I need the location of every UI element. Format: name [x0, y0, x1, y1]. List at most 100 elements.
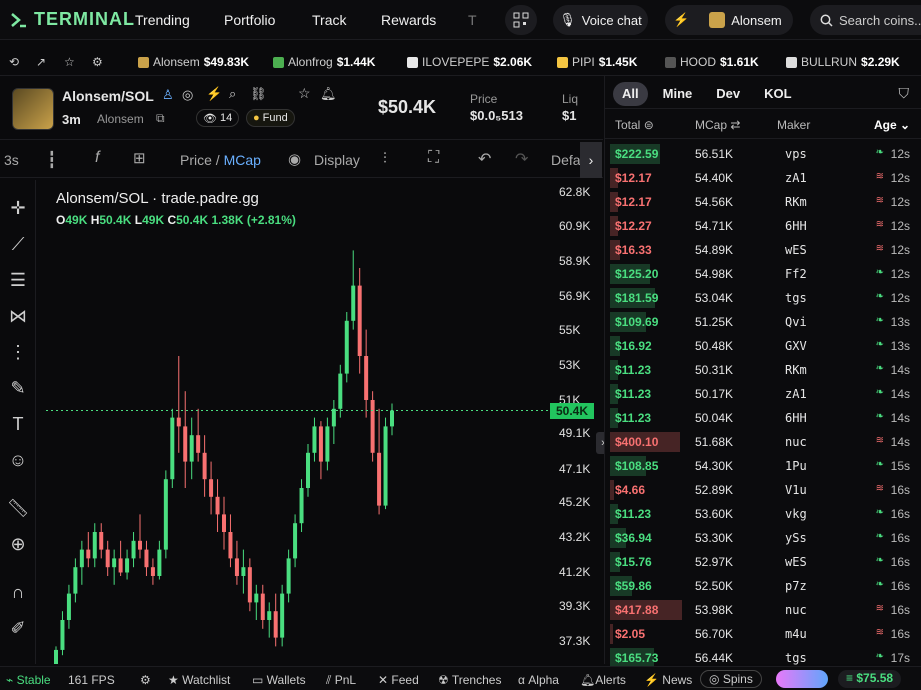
trade-row[interactable]: $15.76 52.97K wES ❧ 16s [605, 550, 921, 574]
toolbar-scroll-right[interactable]: › [580, 142, 602, 178]
prediction-icon[interactable]: ⋮ [6, 340, 30, 364]
indicators-icon[interactable]: f [95, 149, 99, 167]
y-axis[interactable]: 62.8K 60.9K 58.9K 56.9K 55K 53K 51K 49.1K 47.1K 4… [550, 180, 602, 664]
trade-maker[interactable]: wES [785, 555, 807, 569]
bell-icon[interactable]: 🔔︎ [320, 86, 337, 102]
zoom-in-icon[interactable]: ⊕ [6, 532, 30, 556]
search-box[interactable]: Search coins... [810, 5, 921, 35]
trade-row[interactable]: $12.17 54.40K zA1 ≋ 12s [605, 166, 921, 190]
horizontal-lines-icon[interactable]: ☰ [6, 268, 30, 292]
chart-icon[interactable]: ↗ [36, 55, 46, 69]
holders-badge[interactable]: 👁 14 [196, 109, 240, 127]
globe-icon[interactable]: ◎ [182, 87, 193, 103]
app-logo[interactable]: TERMINAL [10, 9, 135, 30]
fullscreen-icon[interactable]: ⛶ [428, 149, 439, 167]
wallets-button[interactable]: ▭ Wallets [252, 673, 306, 687]
trade-row[interactable]: $417.88 53.98K nuc ≋ 16s [605, 598, 921, 622]
trade-row[interactable]: $108.85 54.30K 1Pu ❧ 15s [605, 454, 921, 478]
header-mcap[interactable]: MCap ⇄ [695, 118, 740, 132]
bolt-icon[interactable]: ⚡ [206, 86, 222, 102]
star-icon[interactable]: ☆ [298, 85, 311, 102]
trade-maker[interactable]: Ff2 [785, 267, 807, 281]
eye-icon[interactable]: ◉ [288, 150, 301, 168]
trade-row[interactable]: $16.33 54.89K wES ≋ 12s [605, 238, 921, 262]
nav-more[interactable]: T [468, 12, 477, 28]
creator-name[interactable]: Alonsem [97, 112, 144, 126]
user-menu-button[interactable]: ⚡ Alonsem [665, 5, 793, 35]
alerts-button[interactable]: 🔔︎Alerts [580, 673, 626, 687]
layout-grid-icon[interactable]: ⊞ [133, 149, 146, 167]
trade-maker[interactable]: 6HH [785, 219, 807, 233]
ticker-item[interactable]: BULLRUN $2.29K [786, 55, 900, 69]
tab-all[interactable]: All [613, 82, 648, 106]
pattern-icon[interactable]: ⋈ [6, 304, 30, 328]
interval-select[interactable]: 3s [4, 152, 19, 168]
nav-track[interactable]: Track [312, 12, 346, 28]
star-icon[interactable]: ☆ [64, 55, 75, 69]
trade-row[interactable]: $11.23 50.04K 6HH ❧ 14s [605, 406, 921, 430]
trade-row[interactable]: $16.92 50.48K GXV ❧ 13s [605, 334, 921, 358]
trade-row[interactable]: $2.05 56.70K m4u ≋ 16s [605, 622, 921, 646]
creator-icon[interactable]: ♙ [162, 87, 174, 103]
tab-kol[interactable]: KOL [755, 82, 800, 106]
link-icon[interactable]: ⛓ [250, 86, 267, 102]
trade-row[interactable]: $11.23 53.60K vkg ❧ 16s [605, 502, 921, 526]
watchlist-button[interactable]: ★ Watchlist [168, 673, 230, 687]
magnet-icon[interactable]: ∩ [6, 580, 30, 604]
crosshair-icon[interactable]: ✛ [6, 196, 30, 220]
trade-row[interactable]: $36.94 53.30K ySs ❧ 16s [605, 526, 921, 550]
candlestick-chart[interactable] [46, 180, 552, 664]
ticker-item[interactable]: PIPI $1.45K [557, 55, 637, 69]
settings-icon[interactable]: ⚙ [140, 673, 151, 687]
wallet-balance[interactable]: ≡ $75.58 [838, 670, 902, 688]
trade-maker[interactable]: tgs [785, 291, 807, 305]
ticker-item[interactable]: Alonfrog $1.44K [273, 55, 375, 69]
undo-icon[interactable]: ↶ [478, 149, 491, 169]
fund-badge[interactable]: ● Fund [246, 109, 295, 127]
trade-maker[interactable]: m4u [785, 627, 807, 641]
alpha-button[interactable]: α Alpha [518, 673, 559, 687]
emoji-icon[interactable]: ☺ [6, 448, 30, 472]
trade-maker[interactable]: 6HH [785, 411, 807, 425]
trade-maker[interactable]: RKm [785, 363, 807, 377]
nav-portfolio[interactable]: Portfolio [224, 12, 275, 28]
trade-maker[interactable]: nuc [785, 603, 807, 617]
trade-maker[interactable]: RKm [785, 195, 807, 209]
trade-row[interactable]: $222.59 56.51K vps ❧ 12s [605, 142, 921, 166]
header-age[interactable]: Age ⌄ [874, 118, 910, 132]
lock-draw-icon[interactable]: ✐ [6, 616, 30, 640]
ticker-item[interactable]: Alonsem $49.83K [138, 55, 249, 69]
ticker-item[interactable]: HOOD $1.61K [665, 55, 759, 69]
rewards-pill[interactable] [776, 670, 828, 688]
token-avatar[interactable] [12, 88, 54, 130]
trade-maker[interactable]: wES [785, 243, 807, 257]
feed-button[interactable]: ✕ Feed [378, 673, 419, 687]
candle-type-icon[interactable]: ┇ [47, 150, 57, 170]
trade-row[interactable]: $12.17 54.56K RKm ≋ 12s [605, 190, 921, 214]
trade-row[interactable]: $400.10 51.68K nuc ≋ 14s [605, 430, 921, 454]
trade-row[interactable]: $11.23 50.31K RKm ❧ 14s [605, 358, 921, 382]
search-icon[interactable]: ⌕ [229, 86, 236, 102]
tab-dev[interactable]: Dev [707, 82, 749, 106]
nav-trending[interactable]: Trending [135, 12, 190, 28]
trade-maker[interactable]: 1Pu [785, 459, 807, 473]
settings-sliders-icon[interactable]: ⫶ [383, 150, 387, 167]
brush-icon[interactable]: ✎ [6, 376, 30, 400]
trade-row[interactable]: $109.69 51.25K Qvi ❧ 13s [605, 310, 921, 334]
tab-mine[interactable]: Mine [654, 82, 702, 106]
nav-rewards[interactable]: Rewards [381, 12, 436, 28]
trade-row[interactable]: $125.20 54.98K Ff2 ❧ 12s [605, 262, 921, 286]
trendline-icon[interactable]: ⟋ [6, 232, 30, 256]
trade-maker[interactable]: zA1 [785, 387, 807, 401]
trade-maker[interactable]: GXV [785, 339, 807, 353]
display-button[interactable]: Display [314, 152, 360, 168]
trade-maker[interactable]: zA1 [785, 171, 807, 185]
trade-row[interactable]: $4.66 52.89K V1u ≋ 16s [605, 478, 921, 502]
trade-row[interactable]: $181.59 53.04K tgs ❧ 12s [605, 286, 921, 310]
gear-icon[interactable]: ⚙ [92, 55, 103, 69]
trade-maker[interactable]: V1u [785, 483, 807, 497]
trade-maker[interactable]: nuc [785, 435, 807, 449]
spins-button[interactable]: ◎ Spins [700, 670, 762, 688]
trade-maker[interactable]: ySs [785, 531, 807, 545]
copy-icon[interactable]: ⧉ [156, 111, 165, 126]
